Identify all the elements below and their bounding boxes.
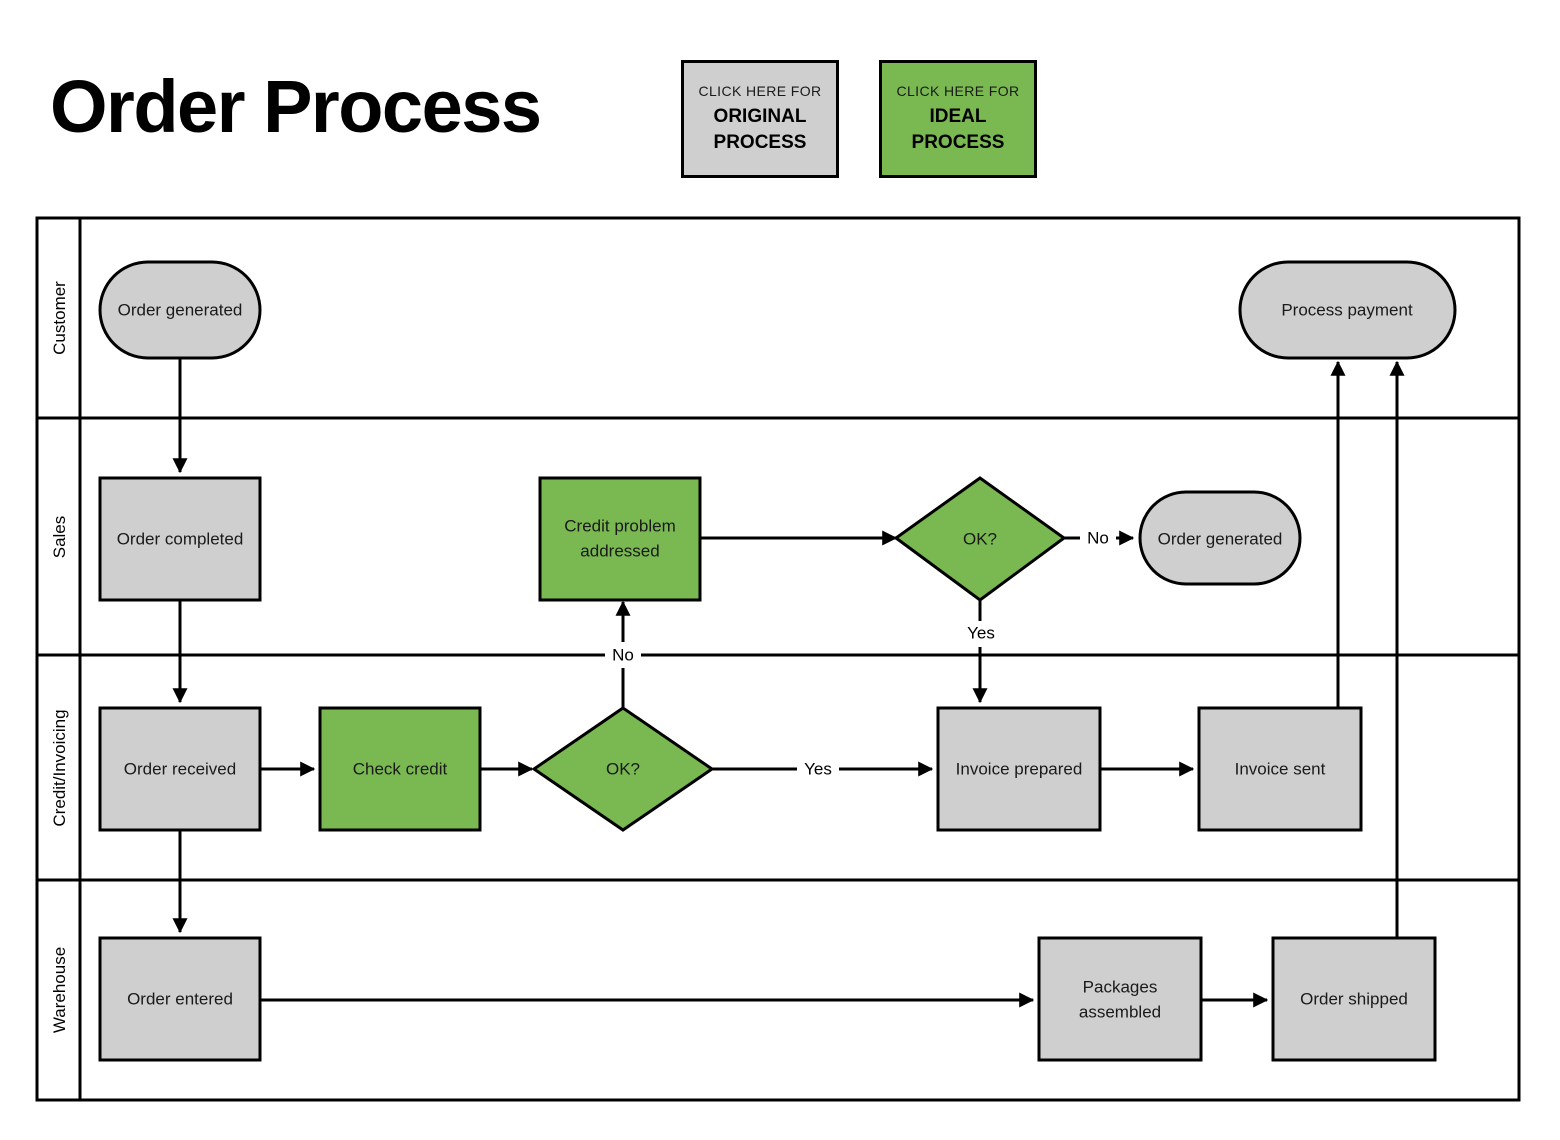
node-label-credit-problem-addressed-line2: addressed bbox=[580, 541, 659, 560]
node-order-shipped[interactable]: Order shipped bbox=[1271, 936, 1437, 1062]
node-order-entered[interactable]: Order entered bbox=[98, 936, 262, 1062]
edge-label-sales-ok-yes: Yes bbox=[967, 623, 995, 642]
order-process-flowchart: Customer Sales Credit/Invoicing Warehous… bbox=[35, 216, 1521, 1102]
swimlane-label-customer: Customer bbox=[50, 281, 69, 355]
node-order-received[interactable]: Order received bbox=[98, 706, 262, 832]
edge-label-credit-ok-no: No bbox=[612, 645, 634, 664]
node-label-ok-credit: OK? bbox=[606, 759, 640, 778]
node-order-generated-customer[interactable]: Order generated bbox=[98, 260, 262, 360]
node-label-process-payment: Process payment bbox=[1281, 300, 1413, 319]
node-ok-credit[interactable]: OK? bbox=[531, 706, 715, 832]
node-label-order-received: Order received bbox=[124, 759, 236, 778]
node-label-order-generated-sales: Order generated bbox=[1158, 529, 1283, 548]
edge-label-credit-ok-yes: Yes bbox=[804, 759, 832, 778]
node-ok-sales[interactable]: OK? bbox=[893, 476, 1067, 602]
node-label-order-generated-customer: Order generated bbox=[118, 300, 243, 319]
node-packages-assembled[interactable]: Packages assembled bbox=[1037, 936, 1203, 1062]
node-invoice-prepared[interactable]: Invoice prepared bbox=[936, 706, 1102, 832]
swimlane-label-warehouse: Warehouse bbox=[50, 947, 69, 1033]
swimlane-label-credit-invoicing: Credit/Invoicing bbox=[50, 709, 69, 826]
node-order-completed[interactable]: Order completed bbox=[98, 476, 262, 602]
node-label-packages-assembled-line2: assembled bbox=[1079, 1002, 1161, 1021]
node-label-invoice-sent: Invoice sent bbox=[1235, 759, 1326, 778]
node-label-order-entered: Order entered bbox=[127, 989, 233, 1008]
edge-label-sales-ok-no: No bbox=[1087, 528, 1109, 547]
node-label-packages-assembled-line1: Packages bbox=[1083, 977, 1158, 996]
node-label-check-credit: Check credit bbox=[353, 759, 448, 778]
node-invoice-sent[interactable]: Invoice sent bbox=[1197, 706, 1363, 832]
node-process-payment[interactable]: Process payment bbox=[1238, 260, 1457, 360]
node-credit-problem-addressed[interactable]: Credit problem addressed bbox=[538, 476, 702, 602]
flow-connectors bbox=[172, 358, 1405, 1008]
node-check-credit[interactable]: Check credit bbox=[318, 706, 482, 832]
node-label-order-shipped: Order shipped bbox=[1300, 989, 1408, 1008]
node-label-credit-problem-addressed-line1: Credit problem bbox=[564, 516, 676, 535]
swimlane-label-sales: Sales bbox=[50, 516, 69, 559]
node-order-generated-sales[interactable]: Order generated bbox=[1138, 490, 1302, 586]
node-label-invoice-prepared: Invoice prepared bbox=[956, 759, 1083, 778]
node-label-order-completed: Order completed bbox=[117, 529, 244, 548]
swimlane-labels: Customer Sales Credit/Invoicing Warehous… bbox=[50, 281, 69, 1033]
node-label-ok-sales: OK? bbox=[963, 529, 997, 548]
